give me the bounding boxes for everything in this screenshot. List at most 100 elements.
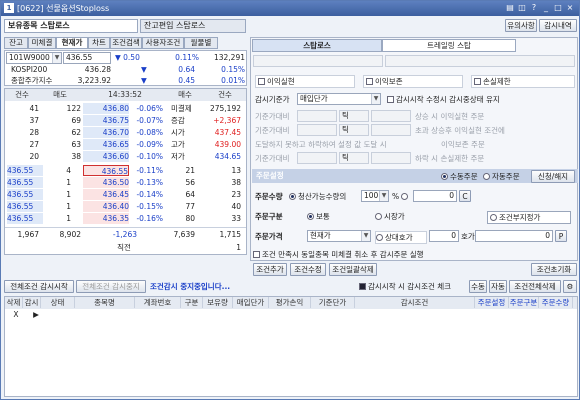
left-price[interactable]: 436.55 [7,213,43,224]
delete-all-button[interactable]: 조건전체삭제 [509,280,561,293]
tab-2[interactable]: 현재가 [56,37,88,49]
grid-col[interactable]: 주문수량 [539,297,573,308]
bid-price[interactable]: 436.35 [83,213,129,224]
ask-price[interactable]: 436.75 [83,115,129,126]
close-icon[interactable]: × [565,3,575,13]
delete-row-button[interactable]: X [7,309,25,320]
minimize-icon[interactable]: _ [541,3,551,13]
tab-0[interactable]: 잔고 [4,37,28,49]
monitor-check[interactable]: 감시시작 시 감시조건 체크 [359,281,451,292]
tab-4[interactable]: 조건검색 [110,37,142,49]
price-input[interactable]: 0 [475,230,553,242]
bid-price[interactable]: 436.45 [83,189,129,200]
apply-button[interactable]: 신청/해지 [531,170,575,183]
ask-price[interactable]: 436.70 [83,127,129,138]
stoploss-input-2[interactable] [385,55,575,67]
condition-value[interactable] [371,152,411,164]
stop-all-button[interactable]: 전체조건 감시중지 [76,280,146,293]
type-market-radio[interactable]: 시장가 [375,211,405,222]
reset-conditions-button[interactable]: 조건초기화 [531,263,577,276]
option-preserve[interactable]: 이익보존 [363,75,463,88]
qty-abs-input[interactable]: 0 [413,190,457,202]
type-conditional-radio[interactable]: 조건부지정가 [487,211,571,224]
manual-button[interactable]: 수동 [469,280,487,293]
chevron-down-icon[interactable]: ▼ [52,53,61,63]
notice-button[interactable]: 유의사항 [505,19,537,32]
tab-6[interactable]: 월물별 [184,37,218,49]
c-button[interactable]: C [459,190,471,202]
tab-1[interactable]: 미체결 [28,37,56,49]
unit-select[interactable]: 틱 [339,152,369,164]
tab-holding-stoploss[interactable]: 보유종목 스탑로스 [4,19,138,33]
hoga-input[interactable]: 0 [429,230,459,242]
start-all-button[interactable]: 전체조건 감시시작 [4,280,74,293]
chevron-down-icon[interactable]: ▼ [361,231,370,241]
left-price[interactable]: 436.55 [7,177,43,188]
grid-col[interactable]: 계좌번호 [135,297,181,308]
unit-select[interactable]: 틱 [339,110,369,122]
auto-order-radio[interactable]: 자동주문 [483,171,520,182]
qty-radio[interactable]: 청산가능수량의 [289,191,346,202]
condition-input[interactable] [297,152,337,164]
ask-price[interactable]: 436.60 [83,151,129,162]
grid-col[interactable]: 종목명 [75,297,135,308]
condition-value[interactable] [371,124,411,136]
cancel-pending-check[interactable]: 조건 만족시 동일종목 미체결 취소 후 감시주문 실행 [253,249,424,260]
price-select[interactable]: 현재가 ▼ [307,230,371,242]
grid-col[interactable]: 삭제 [5,297,23,308]
name-field[interactable]: 436.55 [63,52,111,64]
pin-icon[interactable]: ◫ [517,3,527,13]
maximize-icon[interactable]: □ [553,3,563,13]
bid-price[interactable]: 436.50 [83,177,129,188]
grid-col[interactable]: 매입단가 [233,297,269,308]
condition-input[interactable] [297,124,337,136]
grid-col[interactable]: 감시 [23,297,41,308]
option-profit[interactable]: 이익실현 [255,75,355,88]
keep-state-check[interactable]: 감시시작 수정시 감시중상태 유지 [387,94,500,105]
grid-col[interactable]: 주문설정 [475,297,509,308]
option-loss[interactable]: 손실제한 [471,75,575,88]
add-condition-button[interactable]: 조건추가 [253,263,287,276]
tab-trailing-stop[interactable]: 트레일링 스탑 [382,39,516,52]
ask-price[interactable]: 436.65 [83,139,129,150]
p-button[interactable]: P [555,230,567,242]
ask-price[interactable]: 436.80 [83,103,129,114]
grid-col[interactable]: 상태 [41,297,75,308]
bid-price[interactable]: 436.40 [83,201,129,212]
tab-balance-stoploss[interactable]: 잔고편입 스탑로스 [140,19,246,33]
gear-icon[interactable]: ⚙ [563,280,577,293]
code-input[interactable]: 101W9000 ▼ [6,52,62,64]
tab-5[interactable]: 사용자조건 [142,37,184,49]
monitor-history-button[interactable]: 감시내역 [539,19,577,32]
left-price[interactable]: 436.55 [7,165,43,176]
type-normal-radio[interactable]: 보통 [307,211,330,222]
grid-col[interactable]: 주문구분 [509,297,539,308]
tab-3[interactable]: 차트 [88,37,110,49]
relative-hoga[interactable]: 상대호가 [375,231,427,244]
bid-price[interactable]: 436.55 [83,165,129,176]
delete-all-conditions-button[interactable]: 조건일괄삭제 [329,263,377,276]
grid-col[interactable]: 구분 [181,297,203,308]
qty-radio-2[interactable] [401,191,410,202]
left-price[interactable]: 436.55 [7,201,43,212]
edit-condition-button[interactable]: 조건수정 [290,263,326,276]
grid-col[interactable]: 보유량 [203,297,233,308]
stoploss-input-1[interactable] [253,55,383,67]
watch-price-select[interactable]: 매입단가 ▼ [297,93,381,105]
grid-col[interactable]: 평가손익 [269,297,311,308]
condition-value[interactable] [371,110,411,122]
tab-stoploss[interactable]: 스탑로스 [252,39,382,52]
help-icon[interactable]: ? [529,3,539,13]
manual-order-radio[interactable]: 수동주문 [441,171,478,182]
condition-input[interactable] [297,110,337,122]
auto-button[interactable]: 자동 [489,280,507,293]
play-icon[interactable]: ▶ [27,309,45,320]
qty-input[interactable]: 100 ▼ [361,190,389,202]
stock-icon[interactable]: ▤ [505,3,515,13]
grid-col[interactable]: 감시조건 [355,297,475,308]
grid-col[interactable]: 기준단가 [311,297,355,308]
left-price[interactable]: 436.55 [7,189,43,200]
unit-select[interactable]: 틱 [339,124,369,136]
chevron-down-icon[interactable]: ▼ [371,94,380,104]
chevron-down-icon[interactable]: ▼ [379,191,388,201]
